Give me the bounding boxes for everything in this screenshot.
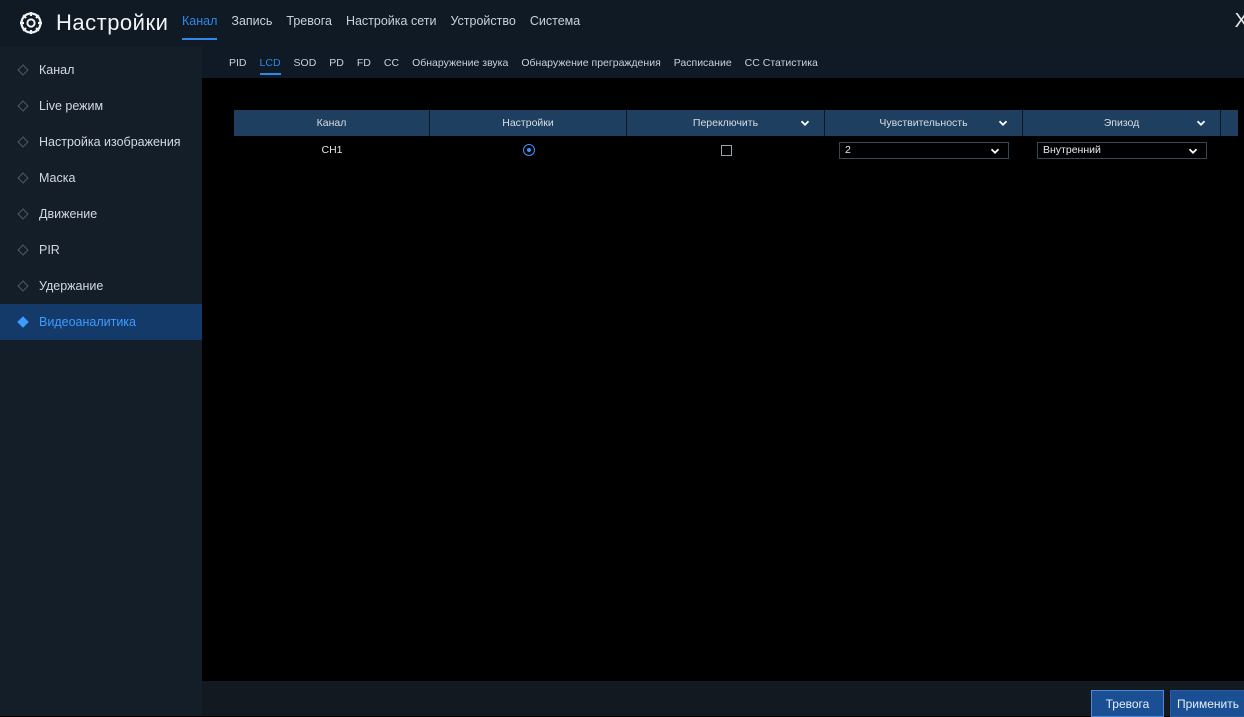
- column-header-sensitivity: Чувствительность: [825, 110, 1023, 136]
- cell-episode: Внутренний: [1023, 141, 1221, 159]
- brand: Настройки: [18, 10, 168, 36]
- column-header-settings: Настройки: [430, 110, 627, 136]
- top-nav: Канал Запись Тревога Настройка сети Устр…: [182, 14, 594, 40]
- diamond-icon: [17, 64, 29, 76]
- tab-network[interactable]: Настройка сети: [346, 14, 437, 40]
- subtab-pd[interactable]: PD: [329, 57, 344, 75]
- diamond-icon: [17, 244, 29, 256]
- subtab-cc-statistics[interactable]: CC Статистика: [745, 57, 818, 75]
- column-header-channel: Канал: [234, 110, 430, 136]
- cell-settings: [430, 144, 627, 156]
- sidebar-item-label: Маска: [39, 171, 76, 185]
- sidebar-item-image-settings[interactable]: Настройка изображения: [0, 124, 202, 160]
- apply-button[interactable]: Применить: [1170, 690, 1244, 717]
- cell-channel: CH1: [234, 144, 430, 156]
- sidebar-item-live[interactable]: Live режим: [0, 88, 202, 124]
- sidebar-item-hold[interactable]: Удержание: [0, 268, 202, 304]
- cell-switch: [627, 144, 825, 156]
- channel-name: CH1: [321, 144, 343, 156]
- column-header-episode: Эпизод: [1023, 110, 1221, 136]
- tab-device[interactable]: Устройство: [450, 14, 515, 40]
- sidebar: Канал Live режим Настройка изображения М…: [0, 46, 202, 716]
- diamond-icon: [17, 316, 29, 328]
- sidebar-item-label: Канал: [39, 63, 75, 77]
- subtab-cc[interactable]: CC: [384, 57, 399, 75]
- sidebar-item-label: Движение: [39, 207, 98, 221]
- subtab-sound-detection[interactable]: Обнаружение звука: [412, 57, 508, 75]
- column-header-label: Чувствительность: [879, 117, 968, 129]
- sidebar-item-label: Настройка изображения: [39, 135, 181, 149]
- chevron-down-icon: [990, 148, 1000, 154]
- subtab-fd[interactable]: FD: [357, 57, 371, 75]
- top-header: Настройки Канал Запись Тревога Настройка…: [0, 0, 1244, 46]
- diamond-icon: [17, 280, 29, 292]
- sidebar-item-label: Live режим: [39, 99, 104, 113]
- chevron-down-icon[interactable]: [998, 118, 1008, 128]
- gear-icon: [20, 12, 42, 34]
- close-icon[interactable]: X: [1235, 10, 1244, 33]
- analytics-table: Канал Настройки Переключить Чувствительн…: [234, 110, 1238, 164]
- column-header-switch: Переключить: [627, 110, 825, 136]
- table-header: Канал Настройки Переключить Чувствительн…: [234, 110, 1238, 136]
- tab-alarm[interactable]: Тревога: [286, 14, 332, 40]
- sidebar-item-label: Видеоаналитика: [39, 315, 137, 329]
- switch-checkbox[interactable]: [720, 144, 732, 156]
- settings-radio-button[interactable]: [522, 144, 535, 156]
- sidebar-item-pir[interactable]: PIR: [0, 232, 202, 268]
- sensitivity-value: 2: [845, 144, 851, 156]
- tab-channel[interactable]: Канал: [182, 14, 218, 40]
- tab-record[interactable]: Запись: [231, 14, 272, 40]
- chevron-down-icon[interactable]: [800, 118, 810, 128]
- diamond-icon: [17, 100, 29, 112]
- tab-system[interactable]: Система: [530, 14, 580, 40]
- column-header-label: Переключить: [692, 117, 759, 129]
- column-header-label: Настройки: [502, 117, 554, 129]
- sensitivity-select[interactable]: 2: [839, 141, 1009, 159]
- column-header-label: Эпизод: [1103, 117, 1140, 129]
- cell-sensitivity: 2: [825, 141, 1023, 159]
- column-header-label: Канал: [316, 117, 347, 129]
- subtab-schedule[interactable]: Расписание: [674, 57, 732, 75]
- table-row: CH1 2 Внутренний: [234, 136, 1238, 164]
- diamond-icon: [17, 172, 29, 184]
- sidebar-item-label: Удержание: [39, 279, 104, 293]
- subtab-pid[interactable]: PID: [229, 57, 247, 75]
- diamond-icon: [17, 136, 29, 148]
- subtab-lcd[interactable]: LCD: [259, 57, 281, 75]
- header-spacer: [1221, 110, 1238, 136]
- alarm-button[interactable]: Тревога: [1091, 690, 1164, 717]
- episode-select[interactable]: Внутренний: [1037, 141, 1207, 159]
- sidebar-item-channel[interactable]: Канал: [0, 52, 202, 88]
- sidebar-item-mask[interactable]: Маска: [0, 160, 202, 196]
- sidebar-item-motion[interactable]: Движение: [0, 196, 202, 232]
- radio-dot: [526, 148, 531, 152]
- chevron-down-icon: [1188, 148, 1198, 154]
- subtab-bar: PID LCD SOD PD FD CC Обнаружение звука О…: [202, 46, 1244, 78]
- subtab-obstruction-detection[interactable]: Обнаружение преграждения: [521, 57, 660, 75]
- sidebar-item-video-analytics[interactable]: Видеоаналитика: [0, 304, 202, 340]
- diamond-icon: [17, 208, 29, 220]
- episode-value: Внутренний: [1043, 144, 1101, 156]
- chevron-down-icon[interactable]: [1196, 118, 1206, 128]
- page-title: Настройки: [56, 10, 169, 35]
- subtabs: PID LCD SOD PD FD CC Обнаружение звука О…: [229, 57, 831, 75]
- footer-bar: Тревога Применить: [202, 681, 1244, 717]
- sidebar-item-label: PIR: [39, 243, 60, 257]
- subtab-sod[interactable]: SOD: [294, 57, 317, 75]
